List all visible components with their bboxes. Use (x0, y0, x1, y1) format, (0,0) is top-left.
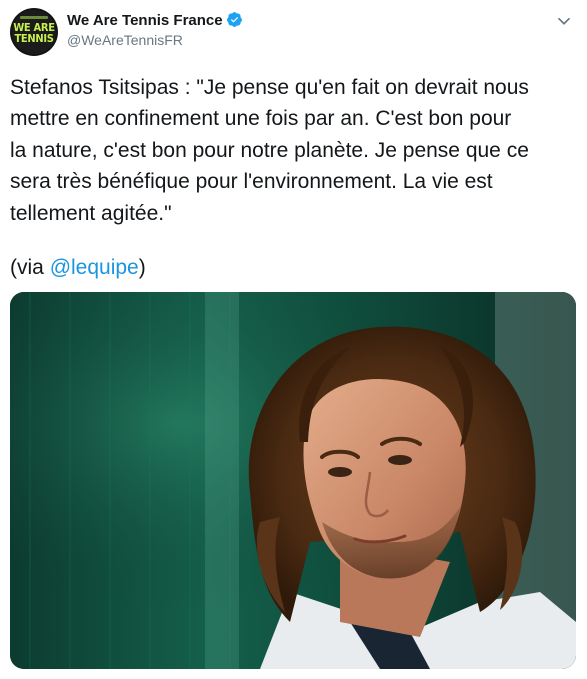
avatar[interactable]: WE ARE TENNIS (10, 8, 58, 56)
tweet-text-line: tellement agitée." (10, 201, 172, 225)
via-attribution: (via @lequipe) (10, 254, 146, 282)
via-prefix: (via (10, 256, 50, 279)
tweet-text-line: sera très bénéfique pour l'environnement… (10, 170, 493, 194)
mention-link[interactable]: @lequipe (50, 256, 139, 279)
tweet-photo[interactable] (10, 292, 576, 669)
tweet-card[interactable]: WE ARE TENNIS We Are Tennis France @WeAr… (0, 0, 587, 679)
avatar-logo-line-2: TENNIS (14, 32, 54, 45)
avatar-tagline-logo (20, 16, 48, 19)
user-handle[interactable]: @WeAreTennisFR (67, 31, 243, 50)
tweet-text-line: Stefanos Tsitsipas : "Je pense qu'en fai… (10, 76, 529, 99)
player-portrait-image (10, 292, 576, 669)
tweet-header: WE ARE TENNIS We Are Tennis France @WeAr… (10, 8, 577, 56)
tweet-text: Stefanos Tsitsipas : "Je pense qu'en fai… (10, 72, 577, 229)
display-name[interactable]: We Are Tennis France (67, 11, 223, 30)
verified-badge-icon (226, 12, 242, 27)
tweet-text-line: mettre en confinement une fois par an. C… (10, 107, 512, 131)
via-suffix: ) (138, 256, 146, 279)
author-info[interactable]: We Are Tennis France @WeAreTennisFR (67, 11, 243, 50)
tweet-text-line: la nature, c'est bon pour notre planète.… (10, 138, 529, 162)
chevron-down-icon[interactable] (553, 10, 575, 32)
